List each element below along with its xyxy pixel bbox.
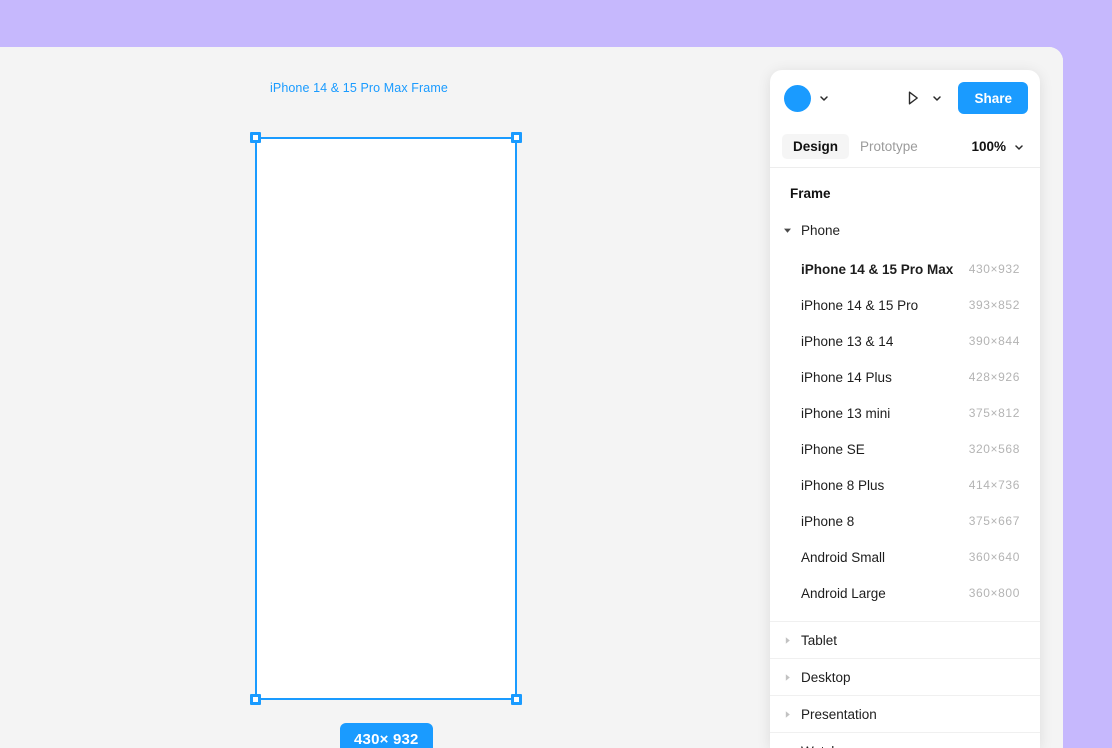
avatar-chevron-down-icon[interactable] bbox=[817, 91, 831, 105]
device-name: iPhone 13 mini bbox=[801, 405, 891, 421]
panel-tabs: Design Prototype 100% bbox=[770, 126, 1040, 168]
device-name: iPhone 8 bbox=[801, 513, 855, 529]
panel-body[interactable]: Frame Phone iPhone 14 & 15 Pro Max 430×93… bbox=[770, 168, 1040, 748]
resize-handle-top-left[interactable] bbox=[250, 132, 261, 143]
device-name: Android Large bbox=[801, 585, 886, 601]
device-row[interactable]: iPhone 13 mini 375×812 bbox=[770, 395, 1040, 431]
device-name: iPhone 13 & 14 bbox=[801, 333, 894, 349]
device-dimensions: 320×568 bbox=[968, 442, 1020, 456]
group-label: Watch bbox=[801, 744, 839, 748]
device-dimensions: 375×667 bbox=[968, 514, 1020, 528]
device-row[interactable]: iPhone 8 375×667 bbox=[770, 503, 1040, 539]
frame-size-badge: 430× 932 bbox=[340, 723, 433, 748]
right-properties-panel: Share Design Prototype 100% Frame Phone … bbox=[770, 70, 1040, 748]
group-header-presentation[interactable]: Presentation bbox=[770, 695, 1040, 732]
device-list: iPhone 14 & 15 Pro Max 430×932 iPhone 14 &… bbox=[770, 245, 1040, 621]
device-dimensions: 360×800 bbox=[968, 586, 1020, 600]
app-window: iPhone 14 & 15 Pro Max Frame 430× 932 Sh… bbox=[0, 47, 1063, 748]
tab-prototype[interactable]: Prototype bbox=[849, 134, 929, 159]
share-button[interactable]: Share bbox=[958, 82, 1028, 114]
device-dimensions: 375×812 bbox=[968, 406, 1020, 420]
device-name: iPhone 14 & 15 Pro Max bbox=[801, 261, 954, 277]
resize-handle-top-right[interactable] bbox=[511, 132, 522, 143]
device-dimensions: 414×736 bbox=[968, 478, 1020, 492]
selected-frame[interactable]: iPhone 14 & 15 Pro Max Frame bbox=[250, 81, 522, 705]
resize-handle-bottom-left[interactable] bbox=[250, 694, 261, 705]
panel-toolbar: Share bbox=[770, 70, 1040, 126]
group-label: Tablet bbox=[801, 632, 838, 648]
device-name: iPhone 14 & 15 Pro bbox=[801, 297, 919, 313]
device-name: Android Small bbox=[801, 549, 886, 565]
device-dimensions: 390×844 bbox=[968, 334, 1020, 348]
triangle-down-icon[interactable] bbox=[781, 226, 793, 235]
zoom-chevron-down-icon[interactable] bbox=[1012, 140, 1026, 154]
group-header-desktop[interactable]: Desktop bbox=[770, 658, 1040, 695]
device-name: iPhone SE bbox=[801, 441, 865, 457]
present-chevron-down-icon[interactable] bbox=[930, 91, 944, 105]
device-row[interactable]: iPhone 14 Plus 428×926 bbox=[770, 359, 1040, 395]
device-name: iPhone 8 Plus bbox=[801, 477, 885, 493]
group-header-watch[interactable]: Watch bbox=[770, 732, 1040, 748]
device-row[interactable]: iPhone 14 & 15 Pro Max 430×932 bbox=[770, 251, 1040, 287]
frame-surface[interactable] bbox=[255, 137, 517, 700]
device-row[interactable]: iPhone SE 320×568 bbox=[770, 431, 1040, 467]
device-row[interactable]: iPhone 13 & 14 390×844 bbox=[770, 323, 1040, 359]
present-play-icon[interactable] bbox=[902, 87, 924, 109]
device-dimensions: 393×852 bbox=[968, 298, 1020, 312]
triangle-right-icon[interactable] bbox=[781, 636, 793, 645]
group-label: Presentation bbox=[801, 706, 877, 722]
device-dimensions: 430×932 bbox=[968, 262, 1020, 276]
device-name: iPhone 14 Plus bbox=[801, 369, 892, 385]
triangle-right-icon[interactable] bbox=[781, 673, 793, 682]
device-row[interactable]: Android Small 360×640 bbox=[770, 539, 1040, 575]
resize-handle-bottom-right[interactable] bbox=[511, 694, 522, 705]
device-row[interactable]: Android Large 360×800 bbox=[770, 575, 1040, 611]
device-dimensions: 428×926 bbox=[968, 370, 1020, 384]
avatar[interactable] bbox=[784, 84, 811, 112]
group-header-tablet[interactable]: Tablet bbox=[770, 621, 1040, 658]
page-title: Frame bbox=[790, 186, 831, 201]
group-header-phone[interactable]: Phone bbox=[770, 215, 1040, 245]
device-dimensions: 360×640 bbox=[968, 550, 1020, 564]
zoom-level[interactable]: 100% bbox=[971, 139, 1006, 154]
tab-design[interactable]: Design bbox=[782, 134, 850, 159]
group-label: Desktop bbox=[801, 669, 851, 685]
triangle-right-icon[interactable] bbox=[781, 710, 793, 719]
device-row[interactable]: iPhone 8 Plus 414×736 bbox=[770, 467, 1040, 503]
group-label: Phone bbox=[801, 222, 841, 238]
frame-label: iPhone 14 & 15 Pro Max Frame bbox=[270, 81, 448, 95]
device-row[interactable]: iPhone 14 & 15 Pro 393×852 bbox=[770, 287, 1040, 323]
